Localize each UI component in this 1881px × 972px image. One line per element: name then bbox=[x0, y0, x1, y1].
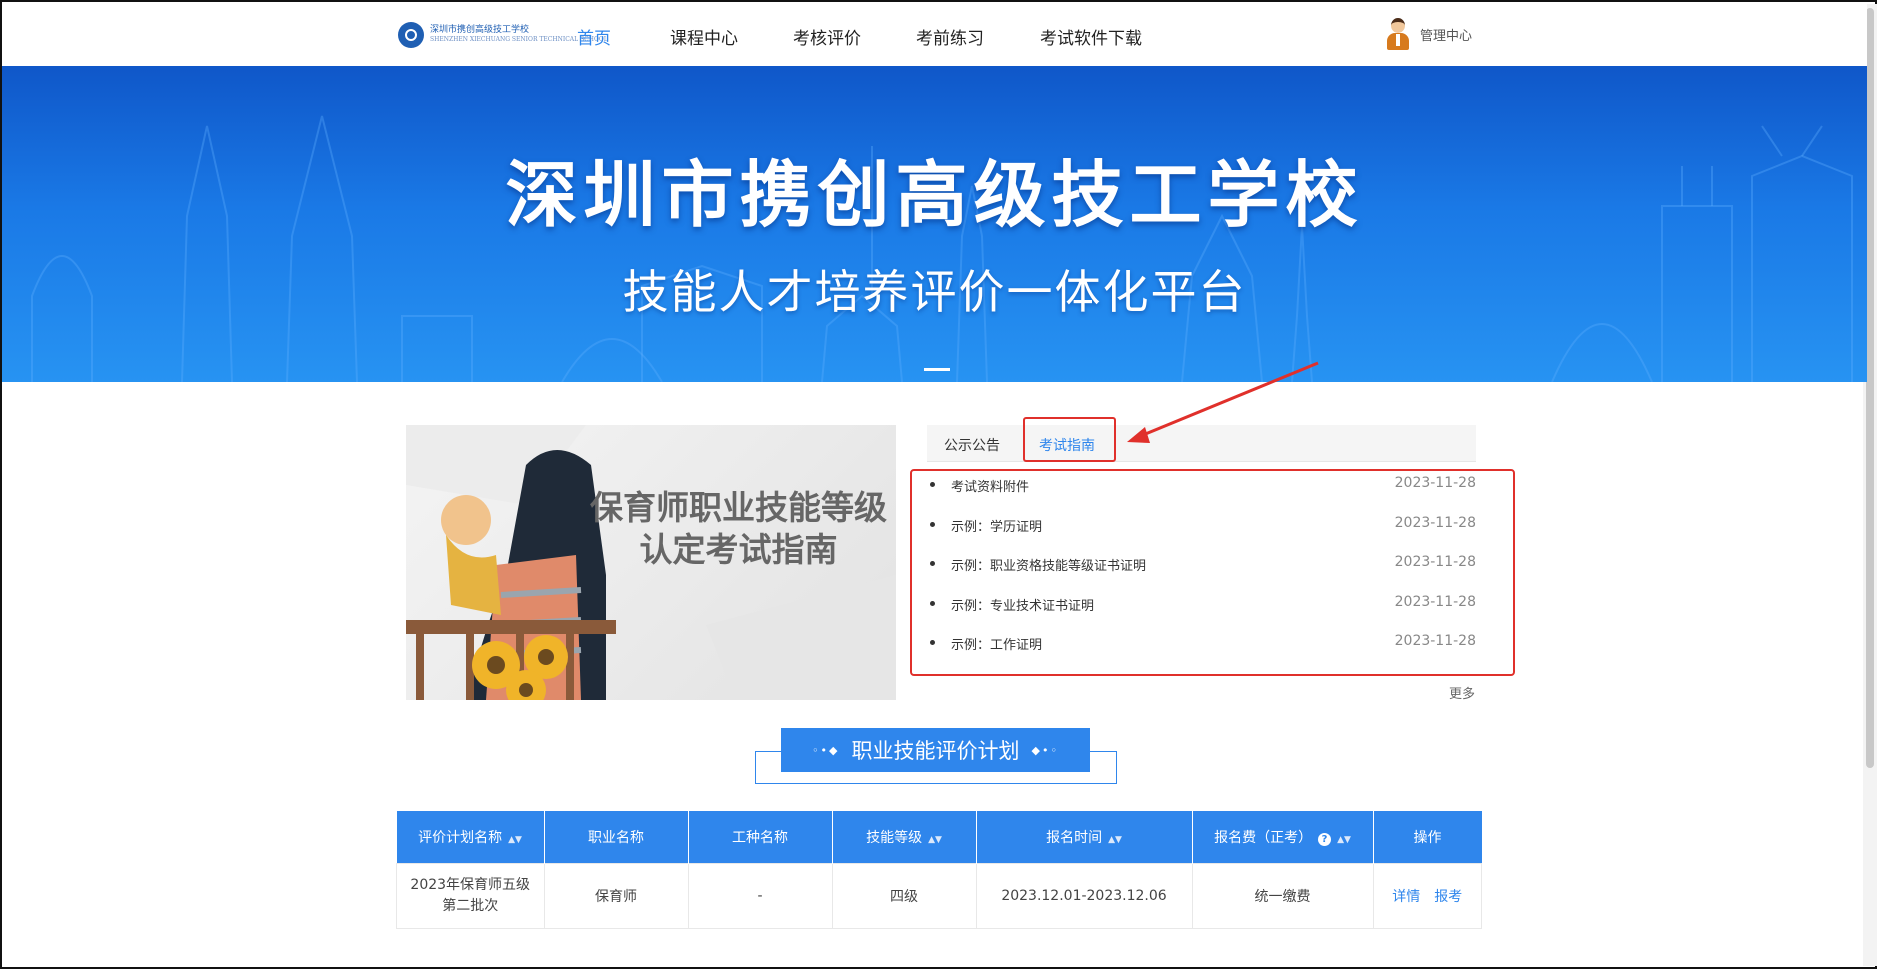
column-header-label: 职业名称 bbox=[588, 830, 644, 846]
bullet-icon bbox=[930, 561, 935, 566]
help-icon[interactable]: ? bbox=[1318, 833, 1332, 846]
column-header-label: 操作 bbox=[1413, 830, 1442, 846]
logo-emblem-icon bbox=[398, 22, 424, 48]
list-item-date: 2023-11-28 bbox=[1394, 554, 1476, 570]
tab-announcements[interactable]: 公示公告 bbox=[944, 435, 1000, 455]
feature-caption: 保育师职业技能等级 认定考试指南 bbox=[586, 487, 891, 571]
list-item-date: 2023-11-28 bbox=[1394, 515, 1476, 531]
column-header[interactable]: 报名时间 ▲▼ bbox=[976, 811, 1193, 864]
nav-item-practice[interactable]: 考前练习 bbox=[916, 24, 984, 49]
list-item-title[interactable]: 示例：学历证明 bbox=[951, 516, 1042, 535]
cell-trade: - bbox=[687, 863, 833, 929]
cell-level: 四级 bbox=[831, 863, 977, 929]
list-item[interactable]: 示例：工作证明 2023-11-28 bbox=[930, 632, 1476, 654]
bullet-icon bbox=[930, 522, 935, 527]
column-header: 操作 bbox=[1373, 811, 1482, 864]
decor-dots-icon: ◦•◆ bbox=[812, 743, 840, 757]
top-nav-bar: 深圳市携创高级技工学校 SHENZHEN XIECHUANG SENIOR TE… bbox=[2, 2, 1867, 66]
evaluation-plan-table: 评价计划名称 ▲▼ 职业名称 工种名称 技能等级 ▲▼ 报名时间 ▲▼ 报名费（正考）… bbox=[396, 811, 1482, 929]
column-header-label: 评价计划名称 bbox=[418, 830, 503, 846]
nav-item-assessment[interactable]: 考核评价 bbox=[793, 24, 861, 49]
banner-subtitle: 技能人才培养评价一体化平台 bbox=[622, 265, 1247, 319]
column-header-label: 报名时间 bbox=[1046, 830, 1103, 846]
column-header-label: 工种名称 bbox=[732, 830, 788, 846]
column-header[interactable]: 技能等级 ▲▼ bbox=[832, 811, 977, 864]
list-item[interactable]: 示例：学历证明 2023-11-28 bbox=[930, 514, 1476, 536]
logo-text: 深圳市携创高级技工学校 bbox=[430, 25, 530, 35]
cell-plan-name: 2023年保育师五级第二批次 bbox=[396, 863, 545, 929]
list-item-title[interactable]: 示例：专业技术证书证明 bbox=[951, 595, 1094, 614]
highlight-box-tab bbox=[1023, 417, 1116, 462]
sort-icon[interactable]: ▲▼ bbox=[928, 835, 942, 845]
register-link[interactable]: 报考 bbox=[1434, 889, 1462, 905]
list-item-date: 2023-11-28 bbox=[1394, 633, 1476, 649]
table-row: 2023年保育师五级第二批次 保育师 - 四级 2023.12.01-2023.… bbox=[396, 863, 1482, 929]
column-header: 工种名称 bbox=[688, 811, 833, 864]
column-header[interactable]: 报名费（正考）? ▲▼ bbox=[1192, 811, 1374, 864]
exam-guide-feature-image[interactable]: 保育师职业技能等级 认定考试指南 bbox=[406, 425, 896, 700]
bullet-icon bbox=[930, 482, 935, 487]
admin-center-link[interactable]: 管理中心 bbox=[1420, 25, 1472, 44]
hero-banner: 深圳市携创高级技工学校 技能人才培养评价一体化平台 bbox=[2, 66, 1867, 382]
nav-item-software-download[interactable]: 考试软件下载 bbox=[1040, 24, 1142, 49]
nav-item-courses[interactable]: 课程中心 bbox=[670, 24, 738, 49]
avatar bbox=[1386, 18, 1410, 50]
column-header[interactable]: 评价计划名称 ▲▼ bbox=[396, 811, 545, 864]
sort-icon[interactable]: ▲▼ bbox=[508, 835, 522, 845]
nav-item-home[interactable]: 首页 bbox=[577, 24, 611, 49]
carousel-indicator[interactable] bbox=[924, 368, 950, 371]
list-item[interactable]: 考试资料附件 2023-11-28 bbox=[930, 474, 1476, 496]
section-title-text: 职业技能评价计划 bbox=[851, 739, 1020, 763]
cell-occupation: 保育师 bbox=[543, 863, 689, 929]
column-header-label: 技能等级 bbox=[866, 830, 923, 846]
list-item-title[interactable]: 考试资料附件 bbox=[951, 476, 1029, 495]
user-menu[interactable]: 管理中心 bbox=[1386, 18, 1472, 50]
cell-actions: 详情 报考 bbox=[1372, 863, 1482, 929]
list-item-date: 2023-11-28 bbox=[1394, 594, 1476, 610]
sort-icon[interactable]: ▲▼ bbox=[1337, 835, 1351, 845]
column-header-label: 报名费（正考） bbox=[1214, 830, 1313, 846]
bullet-icon bbox=[930, 640, 935, 645]
more-link[interactable]: 更多 bbox=[1449, 683, 1475, 702]
cell-registration-time: 2023.12.01-2023.12.06 bbox=[975, 863, 1193, 929]
bullet-icon bbox=[930, 601, 935, 606]
section-title: ◦•◆ 职业技能评价计划 ◆•◦ bbox=[781, 728, 1090, 772]
banner-title: 深圳市携创高级技工学校 bbox=[505, 153, 1364, 237]
column-header: 职业名称 bbox=[544, 811, 689, 864]
list-item-date: 2023-11-28 bbox=[1394, 475, 1476, 491]
feature-caption-line1: 保育师职业技能等级 bbox=[590, 488, 887, 527]
detail-link[interactable]: 详情 bbox=[1392, 889, 1420, 905]
list-item-title[interactable]: 示例：职业资格技能等级证书证明 bbox=[951, 555, 1146, 574]
scrollbar-thumb[interactable] bbox=[1866, 8, 1874, 768]
list-item[interactable]: 示例：专业技术证书证明 2023-11-28 bbox=[930, 593, 1476, 615]
cell-fee: 统一缴费 bbox=[1191, 863, 1374, 929]
feature-caption-line2: 认定考试指南 bbox=[639, 530, 838, 569]
list-item[interactable]: 示例：职业资格技能等级证书证明 2023-11-28 bbox=[930, 553, 1476, 575]
list-item-title[interactable]: 示例：工作证明 bbox=[951, 634, 1042, 653]
decor-dots-icon: ◆•◦ bbox=[1031, 743, 1059, 757]
sort-icon[interactable]: ▲▼ bbox=[1108, 835, 1122, 845]
news-tabs: 公示公告 考试指南 bbox=[927, 425, 1476, 462]
